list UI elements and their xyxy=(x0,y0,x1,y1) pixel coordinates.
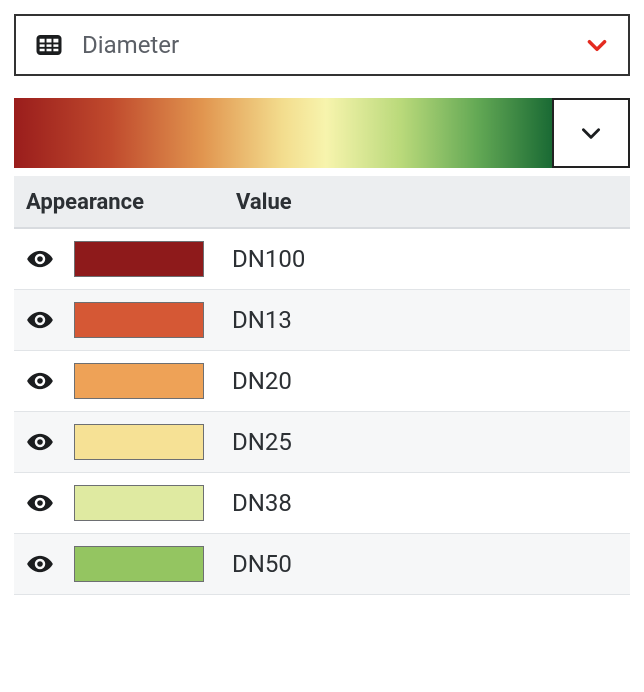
value-cell: DN50 xyxy=(232,550,292,578)
table-row: DN38 xyxy=(14,473,630,534)
eye-icon xyxy=(26,367,54,395)
value-cell: DN13 xyxy=(232,306,292,334)
column-header-value: Value xyxy=(236,190,618,215)
color-swatch[interactable] xyxy=(74,241,204,277)
visibility-toggle[interactable] xyxy=(26,428,74,456)
column-header-appearance: Appearance xyxy=(26,190,236,215)
color-swatch[interactable] xyxy=(74,363,204,399)
table-icon xyxy=(34,30,64,60)
visibility-toggle[interactable] xyxy=(26,550,74,578)
visibility-toggle[interactable] xyxy=(26,489,74,517)
chevron-down-icon xyxy=(584,32,610,58)
color-gradient-bar[interactable] xyxy=(14,98,552,168)
color-swatch[interactable] xyxy=(74,546,204,582)
visibility-toggle[interactable] xyxy=(26,245,74,273)
value-cell: DN20 xyxy=(232,367,292,395)
attribute-dropdown-label: Diameter xyxy=(82,31,566,59)
table-row: DN20 xyxy=(14,351,630,412)
table-row: DN25 xyxy=(14,412,630,473)
table-row: DN50 xyxy=(14,534,630,595)
color-swatch[interactable] xyxy=(74,485,204,521)
color-swatch[interactable] xyxy=(74,424,204,460)
table-row: DN100 xyxy=(14,229,630,290)
attribute-dropdown[interactable]: Diameter xyxy=(14,14,630,76)
color-gradient-row xyxy=(14,98,630,168)
value-cell: DN100 xyxy=(232,245,305,273)
visibility-toggle[interactable] xyxy=(26,367,74,395)
eye-icon xyxy=(26,550,54,578)
value-cell: DN25 xyxy=(232,428,292,456)
table-row: DN13 xyxy=(14,290,630,351)
color-gradient-toggle[interactable] xyxy=(552,98,630,168)
chevron-down-icon xyxy=(578,120,604,146)
visibility-toggle[interactable] xyxy=(26,306,74,334)
table-header: Appearance Value xyxy=(14,176,630,229)
eye-icon xyxy=(26,245,54,273)
eye-icon xyxy=(26,306,54,334)
color-value-table: Appearance Value DN100 DN13 DN20 DN25 DN38 DN… xyxy=(14,176,630,595)
eye-icon xyxy=(26,428,54,456)
color-swatch[interactable] xyxy=(74,302,204,338)
value-cell: DN38 xyxy=(232,489,292,517)
eye-icon xyxy=(26,489,54,517)
